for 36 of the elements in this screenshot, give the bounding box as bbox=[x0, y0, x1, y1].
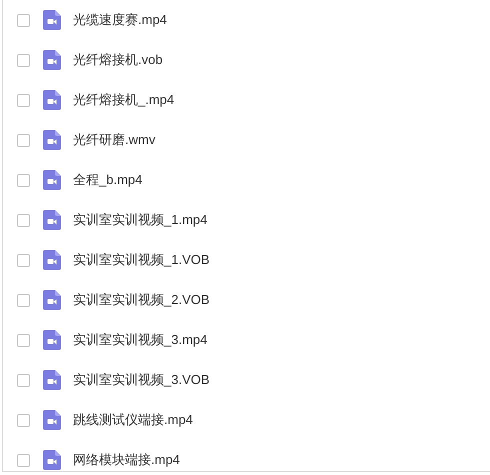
video-file-icon bbox=[43, 130, 61, 150]
file-name[interactable]: 光纤熔接机.vob bbox=[73, 50, 163, 70]
video-file-icon bbox=[43, 450, 61, 470]
file-name[interactable]: 实训室实训视频_1.VOB bbox=[73, 250, 210, 270]
video-file-icon bbox=[43, 330, 61, 350]
video-file-icon bbox=[43, 170, 61, 190]
file-name[interactable]: 实训室实训视频_1.mp4 bbox=[73, 210, 208, 230]
video-file-icon bbox=[43, 250, 61, 270]
file-name[interactable]: 全程_b.mp4 bbox=[73, 170, 142, 190]
checkbox[interactable] bbox=[17, 254, 30, 266]
checkbox[interactable] bbox=[17, 374, 30, 386]
file-name[interactable]: 实训室实训视频_3.VOB bbox=[73, 370, 210, 390]
checkbox[interactable] bbox=[17, 174, 30, 186]
checkbox[interactable] bbox=[17, 214, 30, 226]
checkbox[interactable] bbox=[17, 134, 30, 146]
file-name[interactable]: 实训室实训视频_2.VOB bbox=[73, 290, 210, 310]
file-name[interactable]: 光纤研磨.wmv bbox=[73, 130, 156, 150]
checkbox[interactable] bbox=[17, 454, 30, 466]
video-file-icon bbox=[43, 10, 61, 30]
file-name[interactable]: 光缆速度赛.mp4 bbox=[73, 10, 167, 30]
checkbox[interactable] bbox=[17, 14, 30, 26]
checkbox[interactable] bbox=[17, 94, 30, 106]
checkbox[interactable] bbox=[17, 54, 30, 66]
checkbox[interactable] bbox=[17, 294, 30, 306]
video-file-icon bbox=[43, 290, 61, 310]
file-name[interactable]: 网络模块端接.mp4 bbox=[73, 450, 180, 470]
video-file-icon bbox=[43, 50, 61, 70]
video-file-icon bbox=[43, 90, 61, 110]
video-file-icon bbox=[43, 370, 61, 390]
file-name[interactable]: 跳线测试仪端接.mp4 bbox=[73, 410, 193, 430]
video-file-icon bbox=[43, 410, 61, 430]
video-file-icon bbox=[43, 210, 61, 230]
file-name[interactable]: 光纤熔接机_.mp4 bbox=[73, 90, 174, 110]
checkbox[interactable] bbox=[17, 414, 30, 426]
file-name[interactable]: 实训室实训视频_3.mp4 bbox=[73, 330, 208, 350]
checkbox[interactable] bbox=[17, 334, 30, 346]
